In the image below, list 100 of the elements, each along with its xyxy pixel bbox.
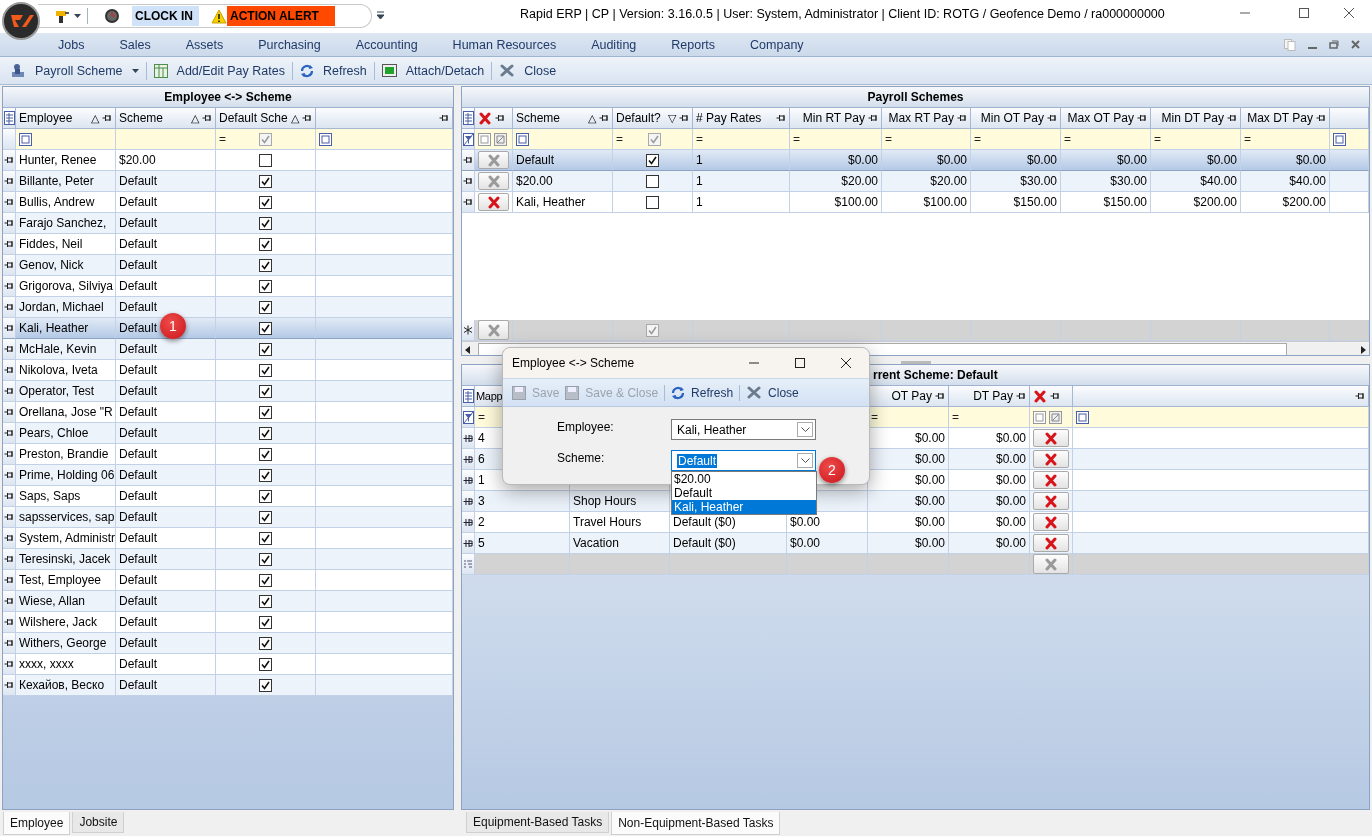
filter-cell[interactable]: = bbox=[1061, 129, 1151, 150]
table-row[interactable]: Кехайов, Веско Default bbox=[3, 675, 453, 696]
checkbox[interactable] bbox=[259, 384, 272, 398]
row-header[interactable] bbox=[3, 675, 16, 696]
pin-icon[interactable] bbox=[776, 114, 786, 122]
pin-icon[interactable] bbox=[4, 282, 14, 290]
checkbox[interactable] bbox=[259, 615, 272, 629]
text-filter-icon[interactable] bbox=[516, 132, 529, 146]
pin-icon[interactable] bbox=[4, 681, 14, 689]
table-row[interactable]: Billante, Peter Default bbox=[3, 171, 453, 192]
row-header[interactable] bbox=[462, 428, 475, 449]
pin-icon[interactable] bbox=[4, 303, 14, 311]
filter-cell[interactable]: = bbox=[790, 129, 882, 150]
row-header[interactable] bbox=[462, 491, 475, 512]
pin-icon[interactable] bbox=[4, 660, 14, 668]
pin-icon[interactable] bbox=[4, 576, 14, 584]
pin-icon[interactable] bbox=[202, 114, 212, 122]
new-row-cell[interactable] bbox=[949, 554, 1030, 575]
menu-item[interactable]: Sales bbox=[108, 37, 162, 52]
row-header[interactable] bbox=[462, 512, 475, 533]
table-row[interactable]: Genov, Nick Default bbox=[3, 255, 453, 276]
filter-operator[interactable]: = bbox=[1154, 132, 1161, 146]
row-header[interactable] bbox=[3, 339, 16, 360]
row-header[interactable] bbox=[3, 402, 16, 423]
table-row[interactable]: Kali, Heather 1 $100.00 $100.00 $150.00 $150.00 $200.00 $200.00 bbox=[462, 192, 1369, 213]
table-row[interactable]: $20.00 1 $20.00 $20.00 $30.00 $30.00 $40.00 $40.00 bbox=[462, 171, 1369, 192]
table-row[interactable]: Grigorova, Silviya Default bbox=[3, 276, 453, 297]
column-header[interactable]: Max OT Pay bbox=[1061, 108, 1151, 129]
row-header[interactable] bbox=[3, 360, 16, 381]
delete-button[interactable] bbox=[1033, 534, 1069, 552]
row-header[interactable] bbox=[3, 486, 16, 507]
table-row[interactable]: Jordan, Michael Default bbox=[3, 297, 453, 318]
filter-cell[interactable]: = bbox=[1151, 129, 1241, 150]
pin-icon[interactable] bbox=[4, 156, 14, 164]
new-row-cell[interactable] bbox=[787, 554, 868, 575]
filter-operator[interactable]: = bbox=[885, 132, 892, 146]
column-header[interactable] bbox=[1030, 386, 1073, 407]
table-row[interactable]: Withers, George Default bbox=[3, 633, 453, 654]
table-row[interactable]: Teresinski, Jacek Default bbox=[3, 549, 453, 570]
table-row[interactable]: Nikolova, Iveta Default bbox=[3, 360, 453, 381]
new-row-cell[interactable] bbox=[868, 554, 949, 575]
pin-icon[interactable] bbox=[1050, 392, 1060, 400]
row-header[interactable] bbox=[3, 423, 16, 444]
pin-icon[interactable] bbox=[4, 618, 14, 626]
table-row[interactable]: Saps, Saps Default bbox=[3, 486, 453, 507]
checkbox[interactable] bbox=[259, 447, 272, 461]
checkbox[interactable] bbox=[646, 174, 659, 188]
filter-cell[interactable] bbox=[513, 129, 613, 150]
row-header[interactable] bbox=[3, 171, 16, 192]
new-row-cell[interactable] bbox=[693, 320, 790, 341]
clock-in-button[interactable]: CLOCK IN bbox=[132, 6, 199, 26]
table-row[interactable]: Orellana, Jose "R Default bbox=[3, 402, 453, 423]
text-filter-icon[interactable] bbox=[319, 132, 332, 146]
column-chooser-icon[interactable] bbox=[462, 111, 474, 125]
menu-item[interactable]: Assets bbox=[174, 37, 235, 52]
checkbox[interactable] bbox=[259, 531, 272, 545]
filter-operator[interactable]: = bbox=[478, 410, 485, 424]
filter-cell[interactable]: = bbox=[882, 129, 971, 150]
pin-icon[interactable] bbox=[4, 471, 14, 479]
checkbox[interactable] bbox=[259, 510, 272, 524]
filter-cell[interactable] bbox=[462, 407, 475, 428]
row-header[interactable] bbox=[3, 528, 16, 549]
pin-icon[interactable] bbox=[4, 345, 14, 353]
checkbox[interactable] bbox=[259, 552, 272, 566]
clear-filter-icon[interactable] bbox=[494, 132, 507, 146]
pin-icon[interactable] bbox=[4, 492, 14, 500]
checkbox[interactable] bbox=[259, 342, 272, 356]
filter-checkbox-icon[interactable] bbox=[259, 132, 272, 146]
row-header[interactable] bbox=[3, 507, 16, 528]
toolbar-button[interactable]: Close bbox=[496, 59, 560, 82]
table-row[interactable]: Bullis, Andrew Default bbox=[3, 192, 453, 213]
pin-icon[interactable] bbox=[302, 114, 312, 122]
new-row-cell[interactable] bbox=[513, 320, 613, 341]
row-header[interactable] bbox=[3, 318, 16, 339]
new-row-cell[interactable] bbox=[1061, 320, 1151, 341]
caret-icon[interactable] bbox=[74, 14, 81, 18]
toolbar-button[interactable]: Payroll Scheme bbox=[7, 59, 142, 82]
restore-icon[interactable] bbox=[1329, 40, 1339, 49]
pin-icon[interactable] bbox=[1016, 392, 1026, 400]
column-header[interactable]: Scheme △ bbox=[513, 108, 613, 129]
text-filter-icon[interactable] bbox=[1333, 132, 1346, 146]
pin-icon[interactable] bbox=[4, 597, 14, 605]
checkbox[interactable] bbox=[259, 363, 272, 377]
row-header[interactable] bbox=[462, 470, 475, 491]
checkbox[interactable] bbox=[259, 195, 272, 209]
text-filter-icon[interactable] bbox=[19, 132, 32, 146]
logo-icon[interactable] bbox=[2, 2, 40, 40]
pin-icon[interactable] bbox=[4, 177, 14, 185]
filter-operator[interactable]: = bbox=[871, 410, 878, 424]
checkbox[interactable] bbox=[259, 636, 272, 650]
filter-cell[interactable] bbox=[1030, 407, 1073, 428]
row-handle-icon[interactable] bbox=[463, 433, 473, 443]
new-row-cell[interactable] bbox=[475, 554, 570, 575]
pin-icon[interactable] bbox=[4, 219, 14, 227]
pin-icon[interactable] bbox=[439, 114, 449, 122]
checkbox[interactable] bbox=[646, 153, 659, 167]
new-row-cell[interactable] bbox=[1241, 320, 1330, 341]
pin-icon[interactable] bbox=[495, 114, 505, 122]
filter-operator[interactable]: = bbox=[974, 132, 981, 146]
column-header[interactable]: Max DT Pay bbox=[1241, 108, 1330, 129]
